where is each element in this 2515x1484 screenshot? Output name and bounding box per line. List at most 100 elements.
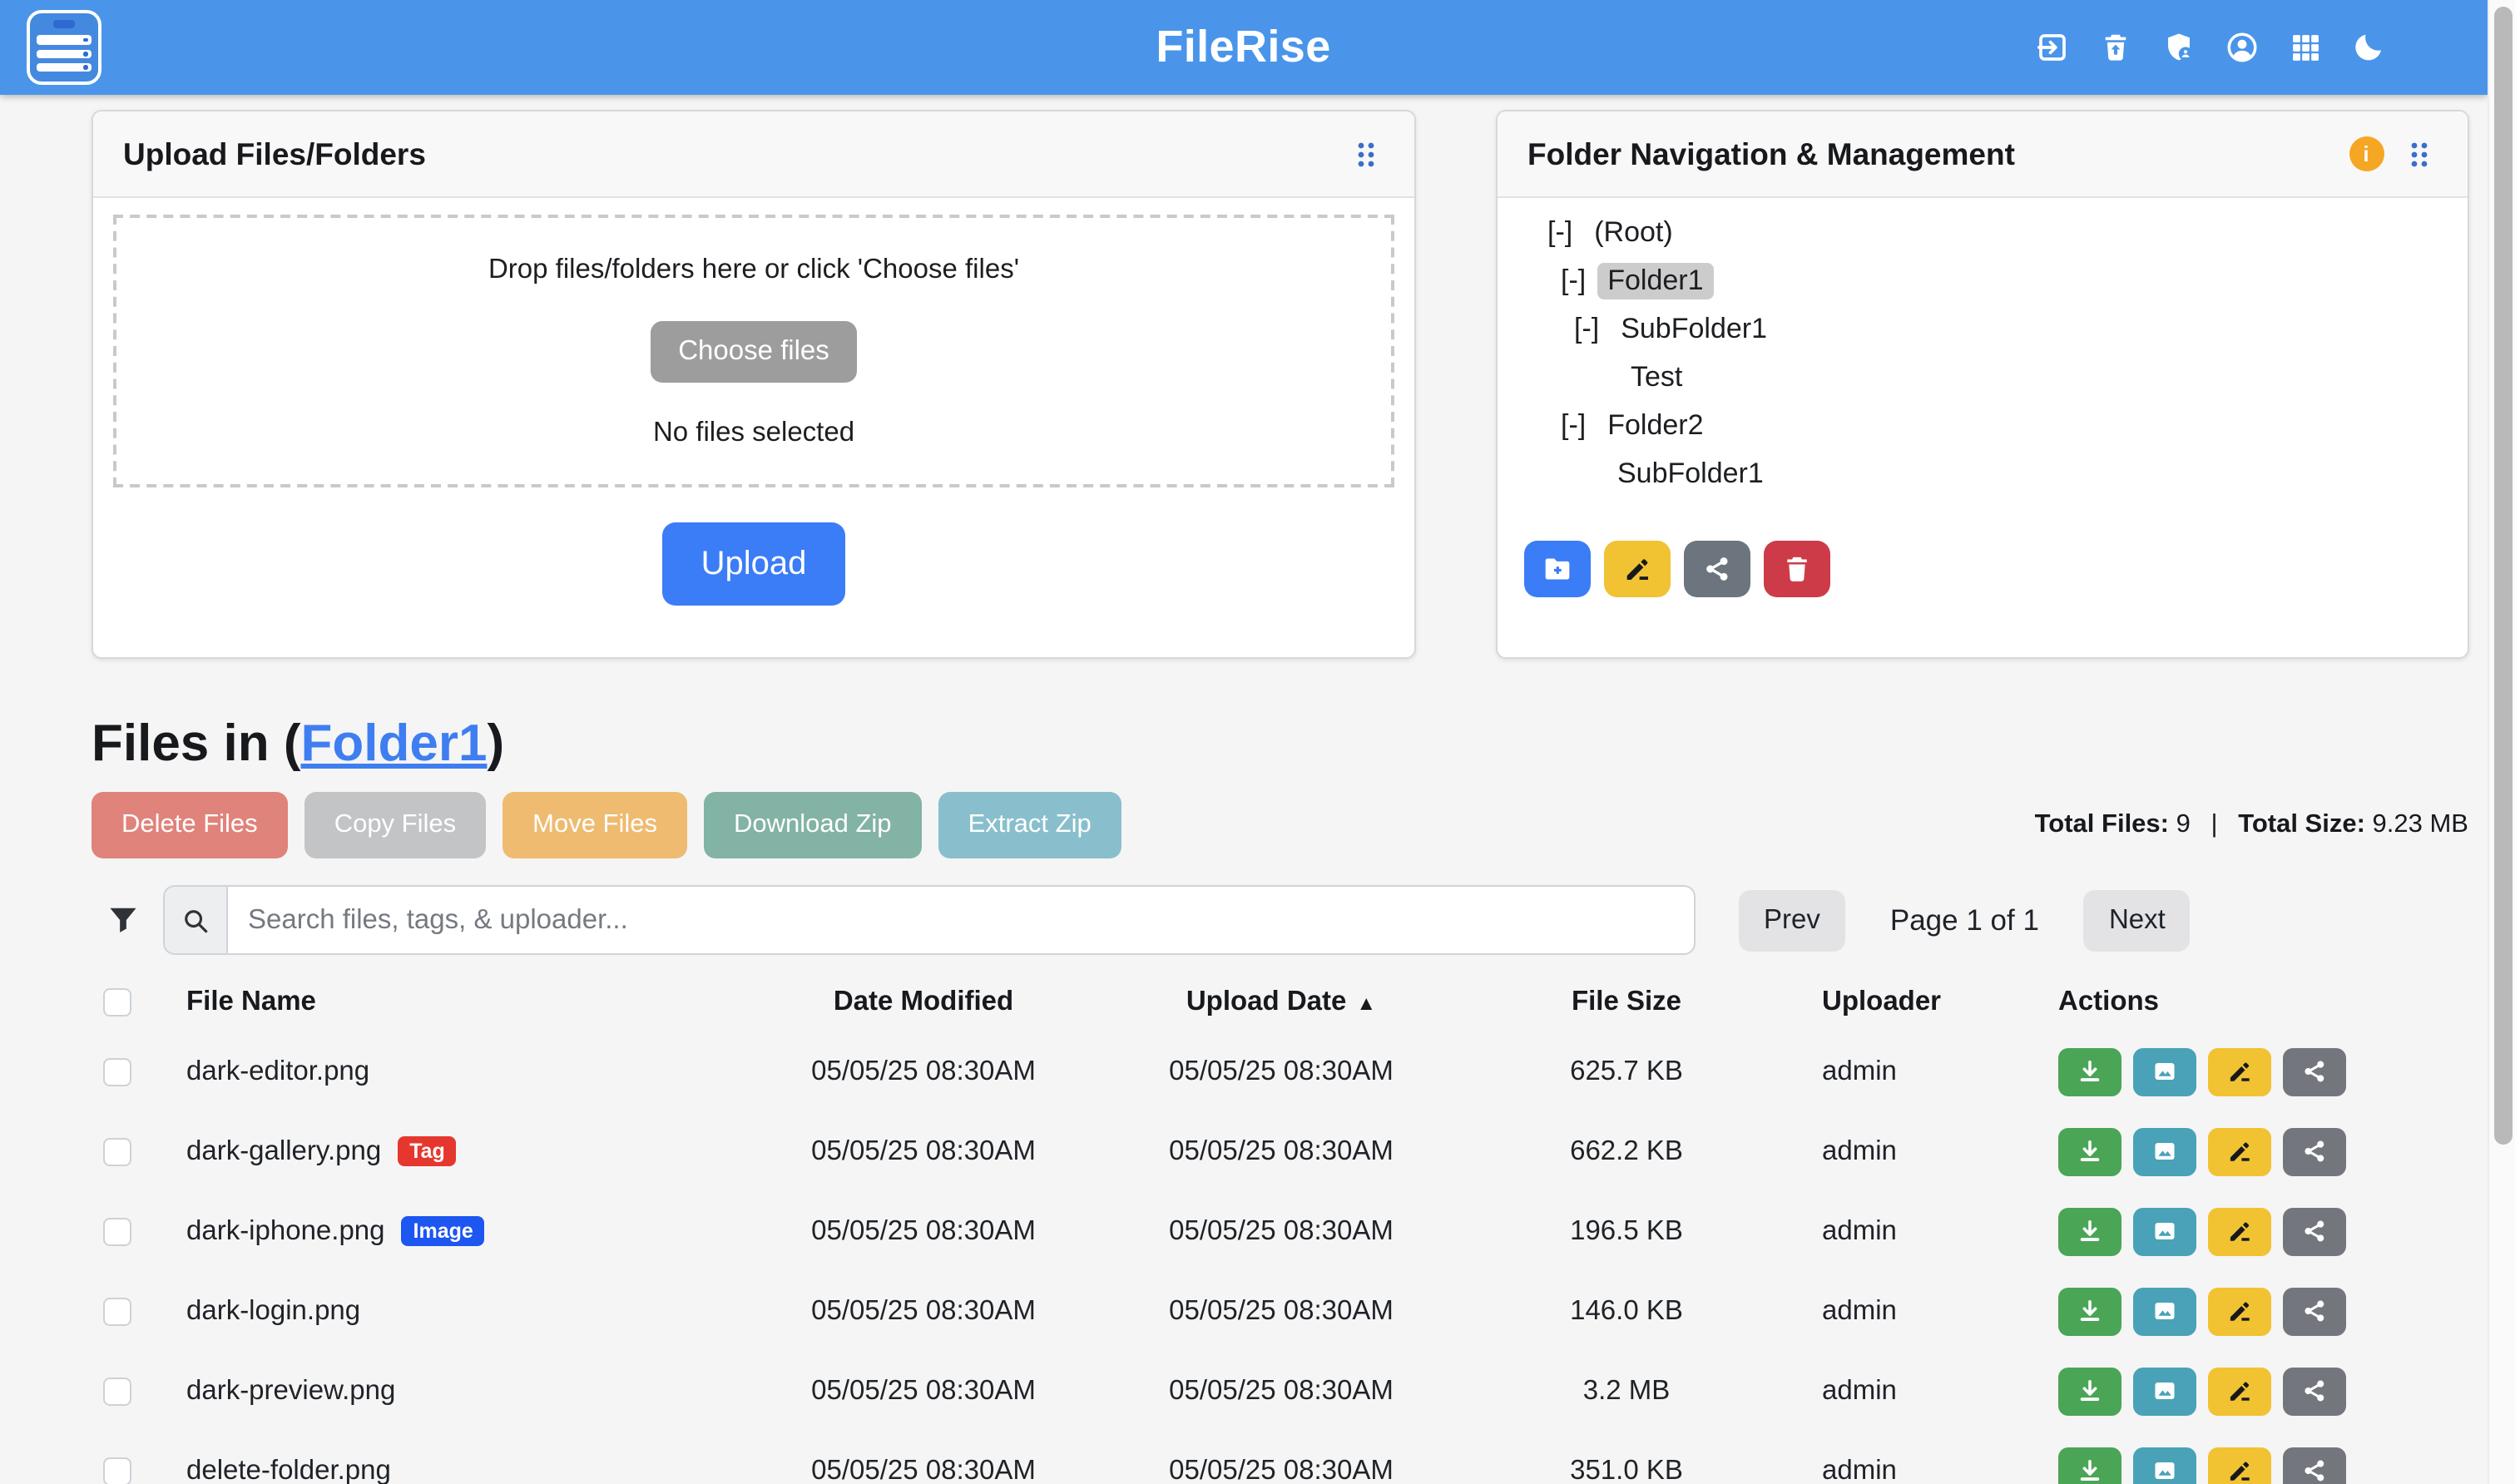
tree-collapse-toggle[interactable]: [-]	[1561, 408, 1586, 442]
drag-handle-icon[interactable]	[2400, 136, 2437, 172]
edit-file-button[interactable]	[2208, 1287, 2271, 1335]
tree-collapse-toggle[interactable]: [-]	[1547, 215, 1572, 249]
row-checkbox[interactable]	[103, 1457, 131, 1484]
download-file-button[interactable]	[2058, 1447, 2121, 1484]
prev-page-button[interactable]: Prev	[1739, 889, 1845, 951]
column-header-uploader[interactable]: Uploader	[1822, 986, 1941, 1016]
download-zip-button[interactable]: Download Zip	[704, 792, 922, 858]
delete-files-button[interactable]: Delete Files	[92, 792, 288, 858]
extract-zip-button[interactable]: Extract Zip	[938, 792, 1121, 858]
logout-icon[interactable]	[2034, 30, 2069, 65]
page-indicator: Page 1 of 1	[1890, 903, 2039, 937]
preview-image-button[interactable]	[2133, 1127, 2196, 1175]
share-file-button[interactable]	[2283, 1287, 2346, 1335]
edit-file-button[interactable]	[2208, 1367, 2271, 1415]
share-file-button[interactable]	[2283, 1447, 2346, 1484]
select-all-checkbox[interactable]	[103, 987, 131, 1016]
share-file-button[interactable]	[2283, 1047, 2346, 1096]
tree-item-root[interactable]: [-] (Root)	[1524, 208, 2440, 256]
search-icon[interactable]	[163, 885, 226, 955]
admin-shield-icon[interactable]	[2161, 30, 2196, 65]
copy-files-button[interactable]: Copy Files	[304, 792, 486, 858]
tree-folder-label[interactable]: Test	[1621, 359, 1692, 395]
share-file-button[interactable]	[2283, 1367, 2346, 1415]
download-file-button[interactable]	[2058, 1207, 2121, 1255]
dark-mode-moon-icon[interactable]	[2350, 30, 2385, 65]
user-circle-icon[interactable]	[2224, 30, 2259, 65]
file-dropzone[interactable]: Drop files/folders here or click 'Choose…	[113, 215, 1394, 487]
vertical-scrollbar-thumb[interactable]	[2493, 7, 2512, 1145]
delete-folder-button[interactable]	[1764, 541, 1830, 597]
file-name[interactable]: dark-editor.png	[186, 1056, 369, 1087]
no-files-status: No files selected	[653, 417, 854, 448]
tree-collapse-toggle[interactable]: [-]	[1574, 312, 1599, 345]
tree-item-subfolder1[interactable]: [-] SubFolder1	[1524, 304, 2440, 353]
row-checkbox[interactable]	[103, 1137, 131, 1165]
next-page-button[interactable]: Next	[2084, 889, 2191, 951]
tree-item-subfolder1[interactable]: SubFolder1	[1524, 449, 2440, 497]
file-name[interactable]: delete-folder.png	[186, 1455, 391, 1484]
upload-card-header: Upload Files/Folders	[93, 111, 1414, 198]
filerise-app: FileRise	[0, 0, 2515, 1484]
download-file-button[interactable]	[2058, 1287, 2121, 1335]
tree-item-folder2[interactable]: [-] Folder2	[1524, 401, 2440, 449]
apps-grid-icon[interactable]	[2287, 30, 2322, 65]
tree-collapse-toggle[interactable]: [-]	[1561, 264, 1586, 297]
file-name[interactable]: dark-gallery.png	[186, 1135, 381, 1167]
create-folder-button[interactable]	[1524, 541, 1591, 597]
choose-files-button[interactable]: Choose files	[650, 320, 858, 382]
preview-image-button[interactable]	[2133, 1287, 2196, 1335]
current-folder-link[interactable]: Folder1	[301, 714, 488, 772]
drag-handle-icon[interactable]	[1348, 136, 1384, 172]
row-checkbox[interactable]	[103, 1377, 131, 1405]
edit-file-button[interactable]	[2208, 1047, 2271, 1096]
column-header-file-size[interactable]: File Size	[1572, 986, 1681, 1016]
share-icon-dark-bg	[2300, 1216, 2329, 1246]
preview-image-button[interactable]	[2133, 1447, 2196, 1484]
download-file-button[interactable]	[2058, 1367, 2121, 1415]
tree-folder-label[interactable]: (Root)	[1584, 214, 1682, 250]
tree-folder-label[interactable]: Folder2	[1597, 407, 1713, 443]
totals-divider: |	[2211, 810, 2218, 838]
share-folder-button[interactable]	[1684, 541, 1750, 597]
tree-folder-label[interactable]: Folder1	[1597, 262, 1713, 299]
date-modified: 05/05/25 08:30AM	[765, 1056, 1082, 1087]
uploader: admin	[1772, 1135, 2013, 1167]
filter-funnel-icon[interactable]	[105, 902, 141, 938]
file-size: 351.0 KB	[1481, 1455, 1772, 1484]
download-file-button[interactable]	[2058, 1127, 2121, 1175]
upload-date: 05/05/25 08:30AM	[1082, 1135, 1481, 1167]
row-checkbox[interactable]	[103, 1057, 131, 1086]
edit-file-button[interactable]	[2208, 1447, 2271, 1484]
preview-image-button[interactable]	[2133, 1207, 2196, 1255]
row-checkbox[interactable]	[103, 1217, 131, 1245]
tree-folder-label[interactable]: SubFolder1	[1611, 310, 1777, 347]
folder-actions	[1524, 541, 2440, 597]
trash-restore-icon[interactable]	[2097, 30, 2132, 65]
tree-folder-label[interactable]: SubFolder1	[1607, 455, 1774, 492]
column-header-actions[interactable]: Actions	[2058, 986, 2159, 1017]
tree-item-folder1[interactable]: [-] Folder1	[1524, 256, 2440, 304]
edit-file-button[interactable]	[2208, 1127, 2271, 1175]
column-header-file-name[interactable]: File Name	[186, 986, 316, 1017]
edit-file-button[interactable]	[2208, 1207, 2271, 1255]
file-name[interactable]: dark-iphone.png	[186, 1215, 385, 1247]
column-header-upload-date[interactable]: Upload Date	[1186, 986, 1347, 1016]
column-header-date-modified[interactable]: Date Modified	[834, 986, 1013, 1016]
search-group	[163, 885, 1696, 955]
upload-date: 05/05/25 08:30AM	[1082, 1295, 1481, 1327]
share-file-button[interactable]	[2283, 1207, 2346, 1255]
preview-image-button[interactable]	[2133, 1047, 2196, 1096]
preview-image-button[interactable]	[2133, 1367, 2196, 1415]
upload-button[interactable]: Upload	[662, 522, 845, 606]
search-input[interactable]	[226, 885, 1696, 955]
tree-item-test[interactable]: Test	[1524, 353, 2440, 401]
move-files-button[interactable]: Move Files	[503, 792, 687, 858]
info-icon[interactable]: i	[2349, 136, 2384, 171]
download-file-button[interactable]	[2058, 1047, 2121, 1096]
file-name[interactable]: dark-login.png	[186, 1295, 360, 1327]
share-file-button[interactable]	[2283, 1127, 2346, 1175]
row-checkbox[interactable]	[103, 1297, 131, 1325]
file-name[interactable]: dark-preview.png	[186, 1375, 395, 1407]
rename-folder-button[interactable]	[1604, 541, 1671, 597]
